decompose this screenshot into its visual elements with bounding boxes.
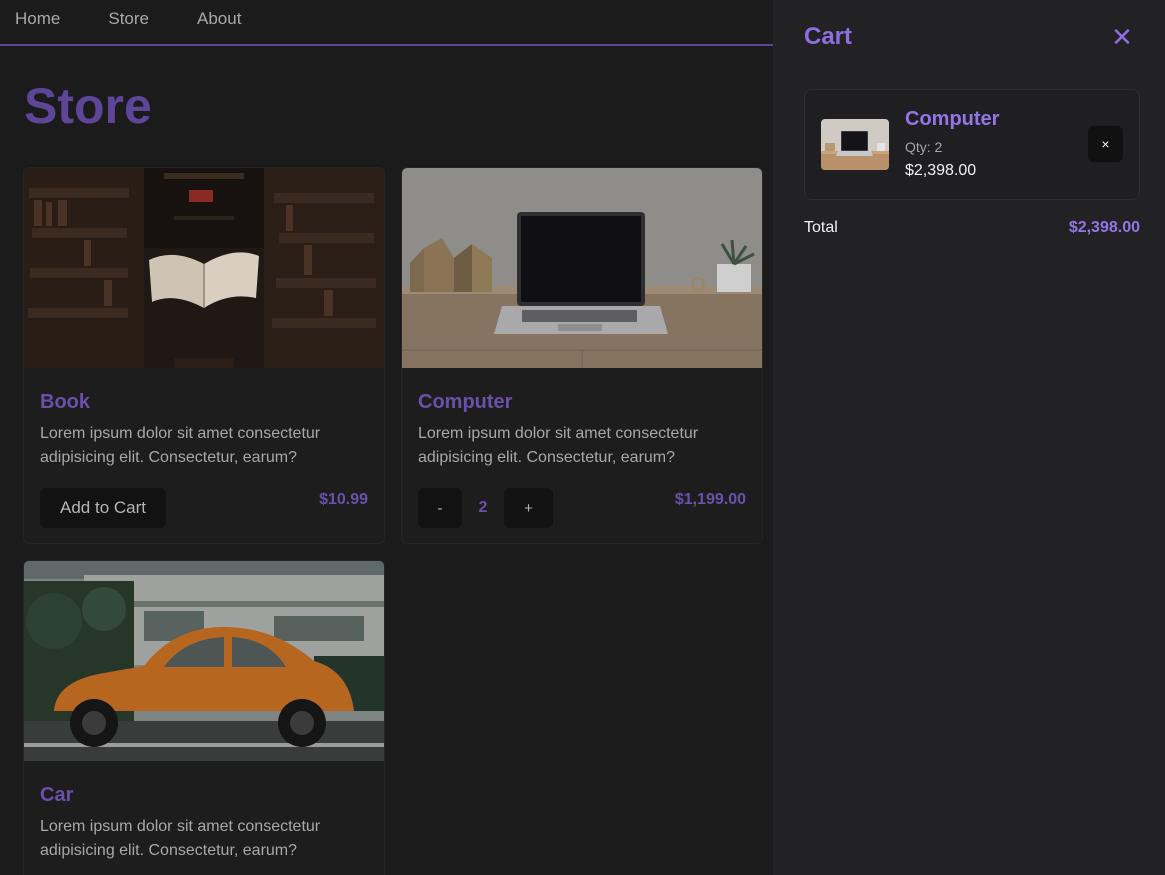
product-description: Lorem ipsum dolor sit amet consectetur a… bbox=[40, 818, 321, 859]
nav-home-link[interactable]: Home bbox=[15, 9, 60, 29]
nav-about-link[interactable]: About bbox=[197, 9, 241, 29]
cart-total-label: Total bbox=[804, 219, 838, 236]
decrease-quantity-button[interactable]: - bbox=[418, 488, 462, 528]
product-card-book: Book Lorem ipsum dolor sit amet consecte… bbox=[23, 167, 385, 544]
cart-panel: Cart ✕ Computer Qty: 2 $2,398.00 × Total… bbox=[773, 0, 1165, 875]
close-icon[interactable]: ✕ bbox=[1109, 23, 1135, 51]
cart-title: Cart bbox=[804, 23, 853, 50]
page: Home Store About Store Book Lorem ipsum … bbox=[0, 0, 1165, 875]
product-description: Lorem ipsum dolor sit amet consectetur a… bbox=[40, 425, 321, 466]
product-name: Computer bbox=[418, 391, 513, 413]
product-price: $1,199.00 bbox=[674, 491, 746, 508]
product-price: $10.99 bbox=[319, 491, 368, 508]
nav-store-link[interactable]: Store bbox=[108, 9, 149, 29]
book-image bbox=[24, 168, 384, 368]
product-name: Car bbox=[40, 784, 74, 806]
cart-item-price: $2,398.00 bbox=[905, 162, 977, 179]
increase-quantity-button[interactable]: + bbox=[504, 488, 553, 528]
cart-total-value: $2,398.00 bbox=[1068, 219, 1140, 236]
store-main: Home Store About Store Book Lorem ipsum … bbox=[0, 0, 773, 875]
quantity-stepper: - 2 + bbox=[418, 488, 553, 528]
product-card-computer: Computer Lorem ipsum dolor sit amet cons… bbox=[401, 167, 763, 544]
cart-item-name: Computer bbox=[905, 108, 1000, 130]
page-title: Store bbox=[24, 78, 152, 134]
product-card-car: Car Lorem ipsum dolor sit amet consectet… bbox=[23, 560, 385, 875]
top-nav: Home Store About bbox=[0, 0, 773, 46]
remove-item-button[interactable]: × bbox=[1088, 126, 1123, 162]
product-name: Book bbox=[40, 391, 90, 413]
cart-item-quantity: Qty: 2 bbox=[905, 139, 943, 155]
add-to-cart-button[interactable]: Add to Cart bbox=[40, 488, 166, 528]
product-description: Lorem ipsum dolor sit amet consectetur a… bbox=[418, 425, 699, 466]
car-image bbox=[24, 561, 384, 761]
cart-item-thumbnail bbox=[821, 119, 889, 170]
quantity-value: 2 bbox=[478, 499, 488, 516]
computer-image bbox=[402, 168, 762, 368]
cart-item: Computer Qty: 2 $2,398.00 × bbox=[804, 89, 1140, 200]
